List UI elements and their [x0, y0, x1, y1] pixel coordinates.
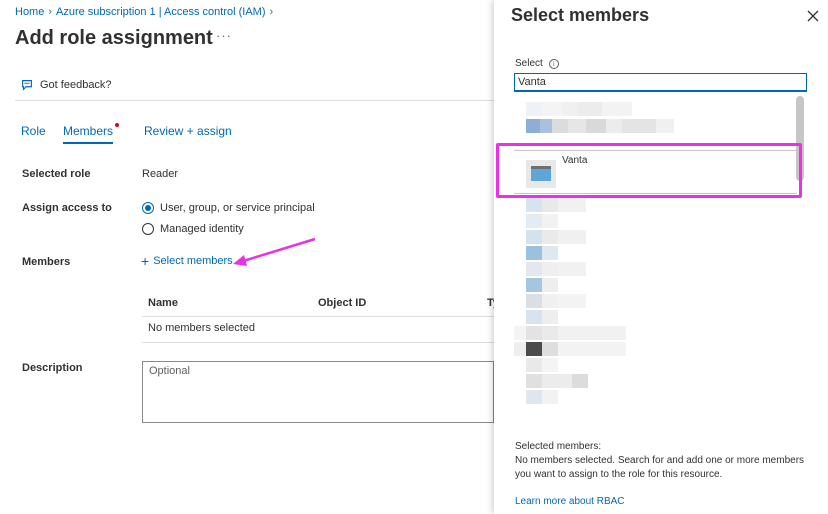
selected-members-section: Selected members: No members selected. S…	[515, 440, 815, 482]
list-item[interactable]	[526, 246, 558, 260]
list-item[interactable]	[526, 102, 632, 116]
tab-review-assign[interactable]: Review + assign	[144, 124, 232, 138]
list-item[interactable]	[526, 230, 586, 244]
list-item[interactable]	[526, 294, 586, 308]
search-input[interactable]	[514, 73, 807, 92]
selected-members-text: No members selected. Search for and add …	[515, 455, 805, 480]
feedback-button[interactable]: Got feedback?	[20, 78, 112, 92]
more-options-button[interactable]: ···	[216, 28, 232, 43]
radio-label: Managed identity	[160, 223, 244, 235]
learn-more-link[interactable]: Learn more about RBAC	[515, 496, 625, 507]
column-object-id: Object ID	[318, 297, 367, 309]
breadcrumb-separator: ›	[269, 6, 274, 18]
radio-managed-identity[interactable]: Managed identity	[142, 223, 244, 235]
list-item[interactable]	[514, 326, 626, 340]
list-item[interactable]	[526, 262, 586, 276]
list-item[interactable]	[526, 390, 558, 404]
tab-role[interactable]: Role	[21, 124, 46, 138]
breadcrumb: Home › Azure subscription 1 | Access contr…	[15, 6, 277, 18]
select-members-link[interactable]: + Select members	[141, 252, 233, 269]
select-members-label: Select members	[153, 255, 233, 267]
radio-label: User, group, or service principal	[160, 202, 315, 214]
selected-role-label: Selected role	[22, 168, 91, 180]
list-item[interactable]	[526, 119, 674, 133]
selected-role-value: Reader	[142, 168, 179, 180]
close-icon[interactable]	[806, 9, 820, 23]
members-label: Members	[22, 256, 71, 268]
radio-user-group[interactable]: User, group, or service principal	[142, 202, 315, 214]
feedback-label: Got feedback?	[40, 79, 112, 91]
panel-title: Select members	[511, 5, 650, 25]
breadcrumb-home[interactable]: Home	[15, 6, 44, 18]
select-label: Select i	[515, 58, 559, 69]
column-name: Name	[148, 297, 178, 309]
list-item[interactable]	[526, 358, 558, 372]
breadcrumb-iam[interactable]: Azure subscription 1 | Access control (I…	[56, 6, 266, 18]
divider	[15, 100, 495, 101]
list-item[interactable]	[526, 374, 588, 388]
description-label: Description	[22, 362, 83, 374]
page-title: Add role assignment	[15, 27, 213, 49]
assign-access-label: Assign access to	[22, 202, 112, 214]
radio-checked-icon[interactable]	[142, 202, 154, 214]
list-item[interactable]	[526, 214, 558, 228]
plus-icon: +	[141, 252, 150, 269]
info-icon[interactable]: i	[548, 58, 559, 69]
grid-empty-text: No members selected	[148, 322, 255, 334]
required-dot	[115, 123, 119, 127]
select-label-text: Select	[515, 58, 543, 69]
highlight-box	[496, 143, 802, 198]
description-placeholder: Optional	[149, 365, 190, 377]
radio-unchecked-icon[interactable]	[142, 223, 154, 235]
list-item[interactable]	[514, 342, 626, 356]
annotation-arrow-icon	[233, 237, 316, 266]
selected-members-header: Selected members:	[515, 441, 602, 452]
list-item[interactable]	[526, 278, 558, 292]
list-item[interactable]	[526, 310, 558, 324]
list-item[interactable]	[526, 198, 586, 212]
feedback-icon	[22, 80, 32, 91]
breadcrumb-separator: ›	[48, 6, 53, 18]
select-members-panel: Select members Select i Vanta Vanta Sele…	[494, 0, 828, 514]
description-textarea[interactable]: Optional	[142, 361, 494, 423]
divider	[142, 342, 494, 343]
tab-members[interactable]: Members	[63, 124, 114, 144]
divider	[142, 316, 494, 317]
